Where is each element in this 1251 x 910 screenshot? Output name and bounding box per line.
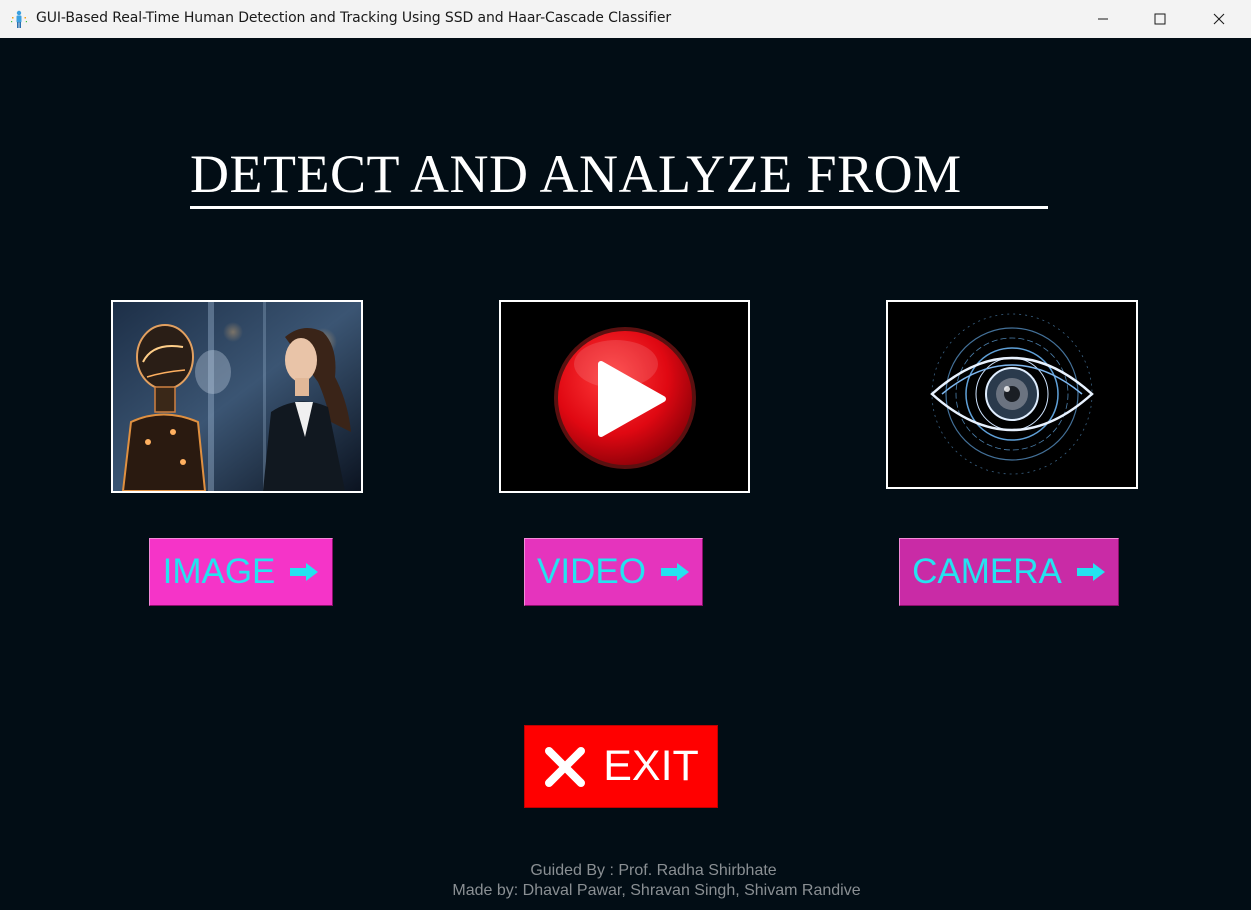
video-thumbnail (499, 300, 750, 493)
image-button-label: IMAGE (162, 552, 276, 591)
robot-and-woman-thumbnail (113, 302, 361, 491)
video-button-label: VIDEO (537, 552, 646, 591)
image-button[interactable]: IMAGE (149, 538, 333, 606)
camera-button[interactable]: CAMERA (899, 538, 1119, 606)
image-thumbnail (111, 300, 363, 493)
eye-lens-thumbnail (888, 302, 1136, 487)
close-button[interactable] (1190, 0, 1248, 38)
guided-by-text: Guided By : Prof. Radha Shirbhate (530, 862, 777, 879)
arrow-right-icon (660, 563, 689, 581)
arrow-right-icon (1076, 563, 1105, 581)
maximize-button[interactable] (1131, 0, 1189, 38)
minimize-button[interactable] (1074, 0, 1132, 38)
video-button[interactable]: VIDEO (524, 538, 703, 606)
footer-credits: Guided By : Prof. Radha Shirbhate Made b… (0, 861, 1251, 901)
arrow-right-icon (290, 563, 319, 581)
made-by-text: Made by: Dhaval Pawar, Shravan Singh, Sh… (452, 882, 861, 899)
page-heading: DETECT AND ANALYZE FROM (190, 142, 1048, 209)
window-title: GUI-Based Real-Time Human Detection and … (36, 10, 672, 26)
camera-thumbnail (886, 300, 1138, 489)
x-icon (545, 746, 586, 787)
exit-button-label: EXIT (603, 742, 699, 790)
camera-button-label: CAMERA (912, 552, 1062, 591)
exit-button[interactable]: EXIT (524, 725, 718, 808)
close-icon (1213, 13, 1225, 25)
maximize-icon (1154, 13, 1166, 25)
play-button-thumbnail (501, 302, 748, 491)
app-icon (9, 9, 29, 29)
window-titlebar: GUI-Based Real-Time Human Detection and … (0, 0, 1251, 38)
minimize-icon (1098, 18, 1108, 20)
